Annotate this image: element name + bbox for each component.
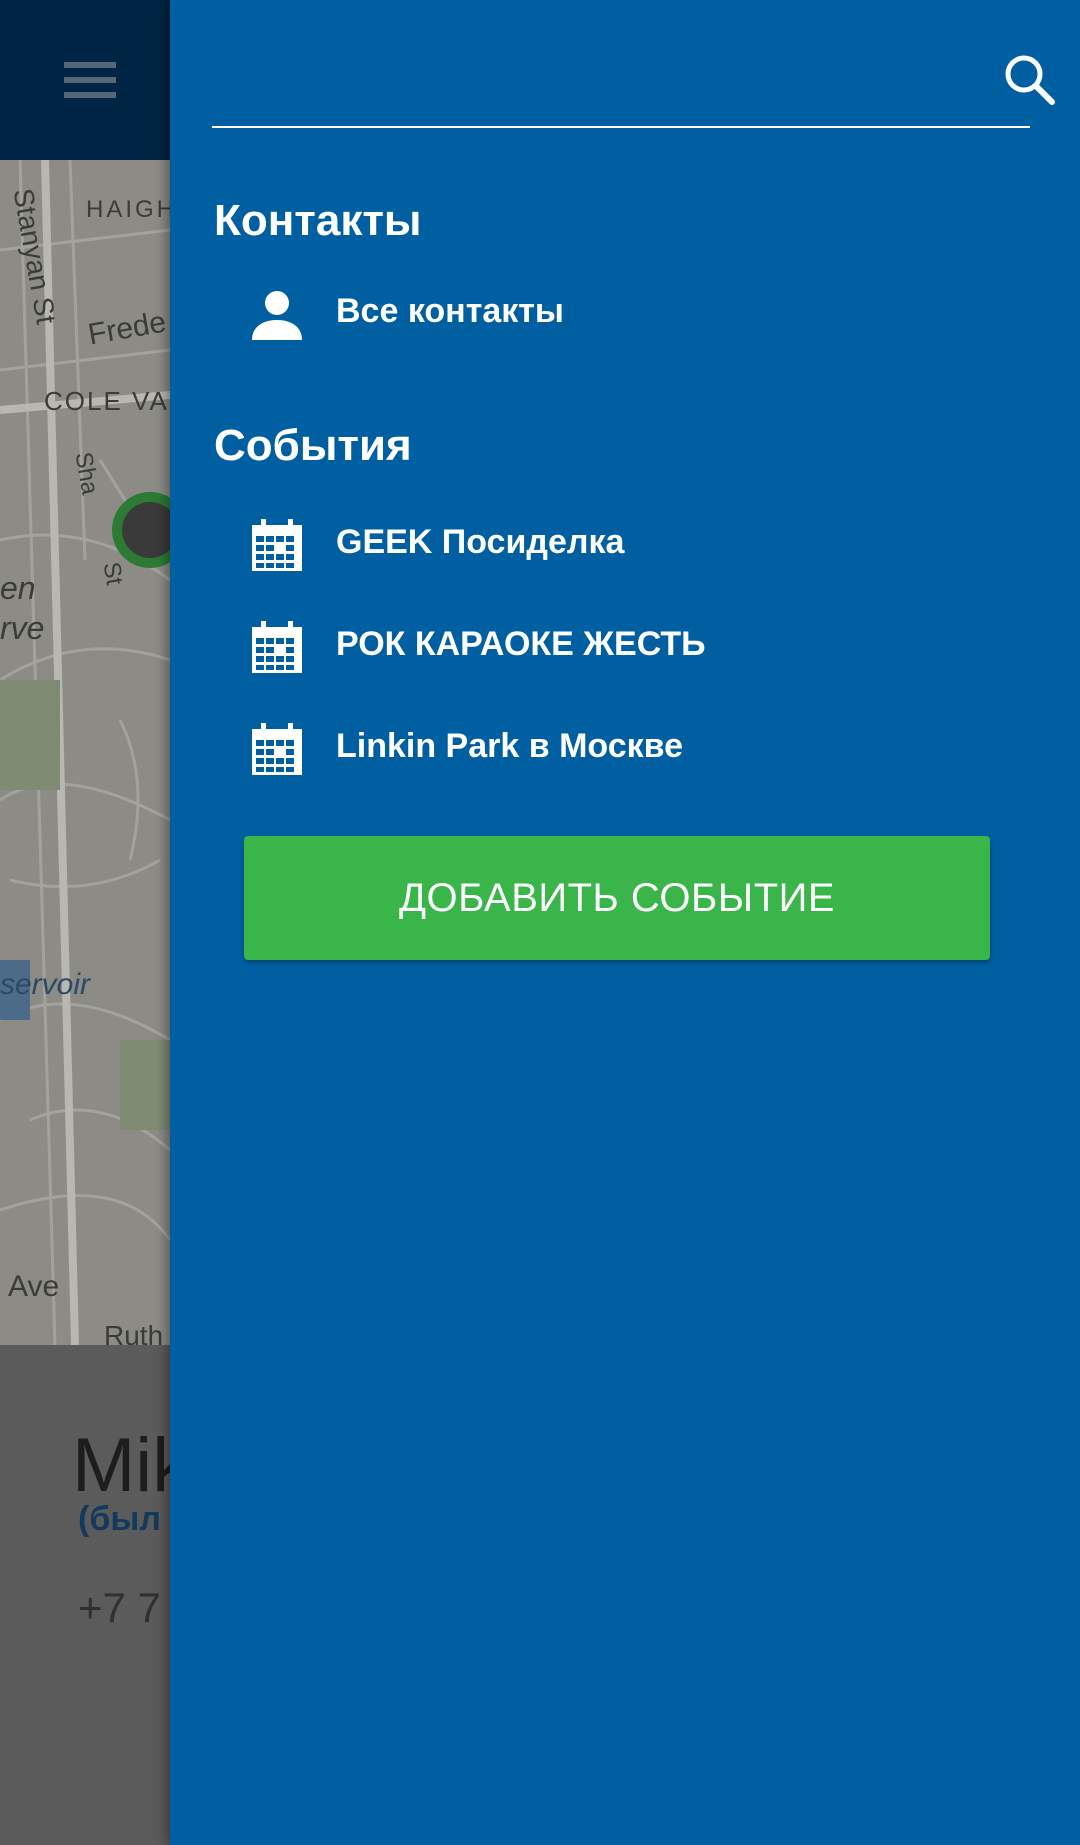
map-label: rve [0, 610, 45, 646]
search-icon[interactable] [1002, 52, 1058, 108]
map-view[interactable]: Stanyan St HAIGH Frede COLE VAL Sha St e… [0, 160, 170, 1345]
menu-item-event[interactable]: Linkin Park в Москве [214, 705, 1032, 795]
map-label: Ruth [104, 1320, 164, 1345]
contact-phone[interactable]: +7 7 [78, 1584, 161, 1632]
calendar-icon [252, 723, 302, 775]
contact-status: (был [78, 1500, 161, 1538]
add-event-button[interactable]: ДОБАВИТЬ СОБЫТИЕ [244, 836, 990, 960]
map-label: Ave [8, 1270, 60, 1303]
calendar-icon [252, 519, 302, 571]
navigation-drawer: Контакты Все контакты События GEEK Посид… [170, 0, 1080, 1845]
events-section-title: События [214, 421, 412, 470]
map-label: servoir [0, 968, 91, 1001]
map-label: en [0, 570, 36, 606]
contacts-section-title: Контакты [214, 196, 422, 245]
map-label: St [97, 560, 128, 588]
menu-item-label: Все контакты [336, 292, 564, 330]
menu-item-label: РОК КАРАОКЕ ЖЕСТЬ [336, 625, 706, 663]
menu-item-event[interactable]: РОК КАРАОКЕ ЖЕСТЬ [214, 603, 1032, 693]
map-label: HAIGH [86, 196, 170, 223]
person-icon [252, 291, 302, 340]
menu-item-event[interactable]: GEEK Посиделка [214, 501, 1032, 591]
menu-item-all-contacts[interactable]: Все контакты [214, 270, 1032, 360]
menu-item-label: Linkin Park в Москве [336, 727, 684, 765]
menu-item-label: GEEK Посиделка [336, 523, 625, 561]
menu-icon[interactable] [64, 62, 116, 98]
map-label: COLE VAL [44, 386, 170, 416]
search-bar [212, 0, 1055, 128]
search-input[interactable] [212, 40, 936, 102]
calendar-icon [252, 621, 302, 673]
